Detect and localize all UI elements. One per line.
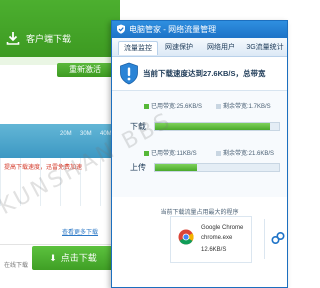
free-swatch bbox=[216, 103, 221, 109]
footer-note: 在线下载 bbox=[4, 263, 29, 269]
top-process-card[interactable]: Google Chrome chrome.exe 12.6KB/S bbox=[170, 216, 252, 263]
window-title: 电脑管家 - 网络流量管理 bbox=[129, 25, 217, 34]
tab-traffic-monitor[interactable]: 流量监控 bbox=[118, 41, 158, 55]
download-free-legend: 剩余带宽:1.7KB/S bbox=[216, 101, 271, 110]
download-free-text: 剩余带宽:1.7KB/S bbox=[223, 104, 271, 110]
divider bbox=[0, 244, 120, 245]
process-name: Google Chrome bbox=[201, 225, 244, 231]
window-titlebar[interactable]: 电脑管家 - 网络流量管理 bbox=[112, 21, 287, 38]
tab-speed-protection[interactable]: 网速保护 bbox=[160, 41, 198, 54]
tab-network-users[interactable]: 网络用户 bbox=[202, 41, 240, 54]
download-arrow-icon: ⬇ bbox=[49, 253, 57, 263]
process-speed: 12.6KB/S bbox=[201, 247, 227, 253]
upload-bar bbox=[154, 163, 280, 172]
header-title: 客户端下载 bbox=[26, 34, 72, 44]
tab-bar: 流量监控 网速保护 网络用户 3G流量统计 bbox=[112, 38, 287, 57]
more-downloads-link[interactable]: 查看更多下载 bbox=[62, 227, 98, 236]
chart-tick: 20M bbox=[60, 131, 72, 137]
download-used-legend: 已用带宽:25.6KB/S bbox=[144, 101, 202, 110]
network-link-icon[interactable] bbox=[271, 231, 285, 245]
reinstall-button[interactable]: 重新激活 bbox=[57, 63, 113, 77]
download-icon bbox=[6, 32, 20, 45]
chart-tick: 30M bbox=[80, 131, 92, 137]
upload-free-text: 剩余带宽:21.6KB/S bbox=[223, 151, 275, 157]
process-exe: chrome.exe bbox=[201, 235, 233, 241]
tab-3g-stats[interactable]: 3G流量统计 bbox=[244, 41, 286, 54]
status-area: 当前下载速度达到27.6KB/S，总带宽 bbox=[112, 57, 287, 91]
free-swatch bbox=[216, 150, 221, 156]
download-header: 客户端下载 bbox=[0, 0, 120, 57]
upload-free-legend: 剩余带宽:21.6KB/S bbox=[216, 148, 274, 157]
download-button[interactable]: ⬇ 点击下载 bbox=[32, 246, 114, 270]
download-used-text: 已用带宽:25.6KB/S bbox=[151, 104, 203, 110]
chrome-icon bbox=[178, 229, 194, 245]
download-button-label: 点击下载 bbox=[60, 253, 97, 263]
upload-bar-fill bbox=[155, 164, 198, 171]
divider bbox=[264, 219, 265, 259]
used-swatch bbox=[144, 103, 149, 109]
top-process-hint: 当前下载流量占用最大的程序 bbox=[160, 210, 239, 216]
status-text: 当前下载速度达到27.6KB/S，总带宽 bbox=[143, 69, 266, 78]
traffic-monitor-window: 电脑管家 - 网络流量管理 流量监控 网速保护 网络用户 3G流量统计 当前下载… bbox=[111, 20, 288, 288]
shield-alert-icon bbox=[120, 62, 138, 85]
upload-label: 上传 bbox=[130, 163, 146, 172]
used-swatch bbox=[144, 150, 149, 156]
guard-logo-icon bbox=[117, 24, 125, 34]
upload-used-text: 已用带宽:11KB/S bbox=[151, 151, 197, 157]
upload-used-legend: 已用带宽:11KB/S bbox=[144, 148, 197, 157]
